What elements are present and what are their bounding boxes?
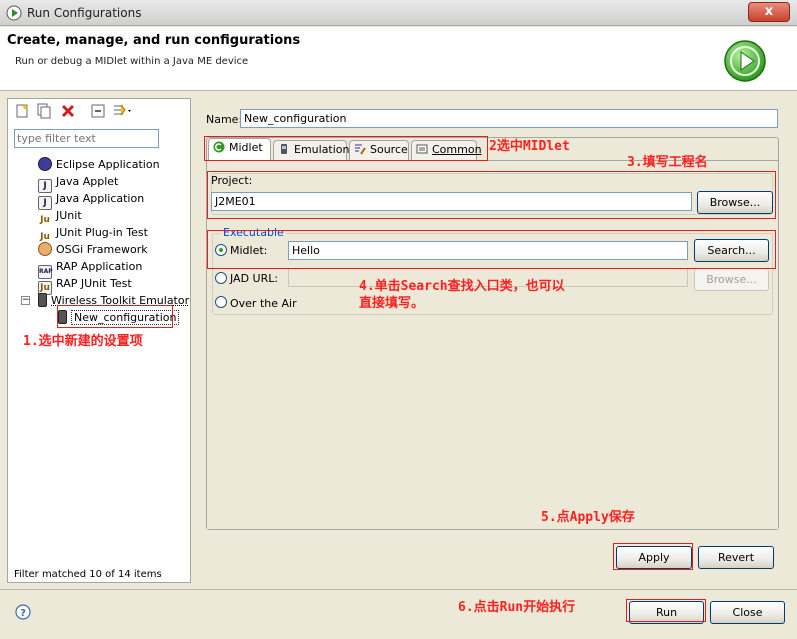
tree-item-label: JUnit Plug-in Test	[56, 226, 148, 239]
footer-separator	[0, 589, 797, 590]
annotation-box-tabs	[204, 136, 488, 161]
annotation-box-apply	[613, 543, 693, 570]
annotation-step-1: 1.选中新建的设置项	[23, 334, 143, 349]
tree-item-junit-plugin-test[interactable]: Ju JUnit Plug-in Test	[38, 224, 148, 242]
run-large-icon	[724, 40, 766, 82]
tree-item-label: Eclipse Application	[56, 158, 160, 171]
name-label: Name:	[206, 113, 243, 126]
annotation-step-5: 5.点Apply保存	[541, 510, 635, 525]
close-button[interactable]: Close	[710, 601, 785, 624]
over-the-air-label: Over the Air	[230, 297, 297, 310]
filter-status-text: Filter matched 10 of 14 items	[14, 569, 162, 580]
tree-item-label: OSGi Framework	[56, 243, 148, 256]
run-config-app-icon	[6, 5, 22, 21]
window-title: Run Configurations	[27, 6, 142, 20]
wireless-emulator-icon	[38, 293, 47, 307]
filter-dropdown-icon[interactable]	[112, 103, 134, 119]
annotation-box-new-config	[57, 305, 173, 328]
annotation-box-midlet	[207, 230, 776, 269]
revert-button[interactable]: Revert	[698, 546, 774, 569]
help-icon[interactable]: ?	[15, 604, 31, 620]
annotation-step-6: 6.点击Run开始执行	[458, 600, 576, 615]
annotation-step-3: 3.填写工程名	[627, 155, 708, 170]
tree-collapse-toggle[interactable]: −	[21, 296, 30, 305]
tree-item-eclipse-application[interactable]: Eclipse Application	[38, 156, 160, 173]
tree-item-rap-junit-test[interactable]: Ju RAP JUnit Test	[38, 275, 132, 295]
eclipse-app-icon	[38, 157, 52, 171]
title-bar: Run Configurations x	[0, 0, 797, 26]
annotation-step-2: 2选中MIDlet	[489, 139, 570, 154]
config-name-input[interactable]: New_configuration	[240, 109, 778, 128]
tree-item-label: RAP Application	[56, 260, 143, 273]
tree-item-label: Java Applet	[56, 175, 119, 188]
tree-item-rap-application[interactable]: RAP RAP Application	[38, 258, 143, 279]
tree-item-java-application[interactable]: J Java Application	[38, 190, 145, 210]
tree-item-osgi-framework[interactable]: OSGi Framework	[38, 241, 148, 258]
header-title: Create, manage, and run configurations	[7, 33, 301, 48]
tree-item-label: Java Application	[56, 192, 145, 205]
collapse-all-icon[interactable]	[90, 103, 106, 119]
svg-text:?: ?	[20, 608, 26, 619]
over-the-air-radio[interactable]	[215, 296, 227, 308]
window-close-button[interactable]: x	[748, 2, 790, 22]
dialog-header: Create, manage, and run configurations R…	[0, 27, 797, 91]
tree-item-junit[interactable]: Ju JUnit	[38, 207, 82, 225]
tree-item-label: JUnit	[56, 209, 82, 222]
annotation-box-project	[207, 171, 776, 219]
annotation-step-4-line2: 直接填写。	[359, 296, 425, 311]
osgi-icon	[38, 242, 52, 256]
delete-config-icon[interactable]	[60, 103, 76, 119]
jad-browse-button[interactable]: Browse...	[694, 268, 769, 291]
tree-item-java-applet[interactable]: J Java Applet	[38, 173, 119, 193]
jad-url-radio[interactable]	[215, 272, 227, 284]
new-config-icon[interactable]	[14, 103, 30, 119]
duplicate-config-icon[interactable]	[36, 103, 52, 119]
tree-item-label: RAP JUnit Test	[56, 277, 132, 290]
annotation-box-run	[626, 599, 706, 622]
header-subtitle: Run or debug a MIDlet within a Java ME d…	[15, 56, 249, 67]
jad-url-label: JAD URL:	[230, 272, 279, 285]
filter-search-input[interactable]	[14, 129, 159, 148]
